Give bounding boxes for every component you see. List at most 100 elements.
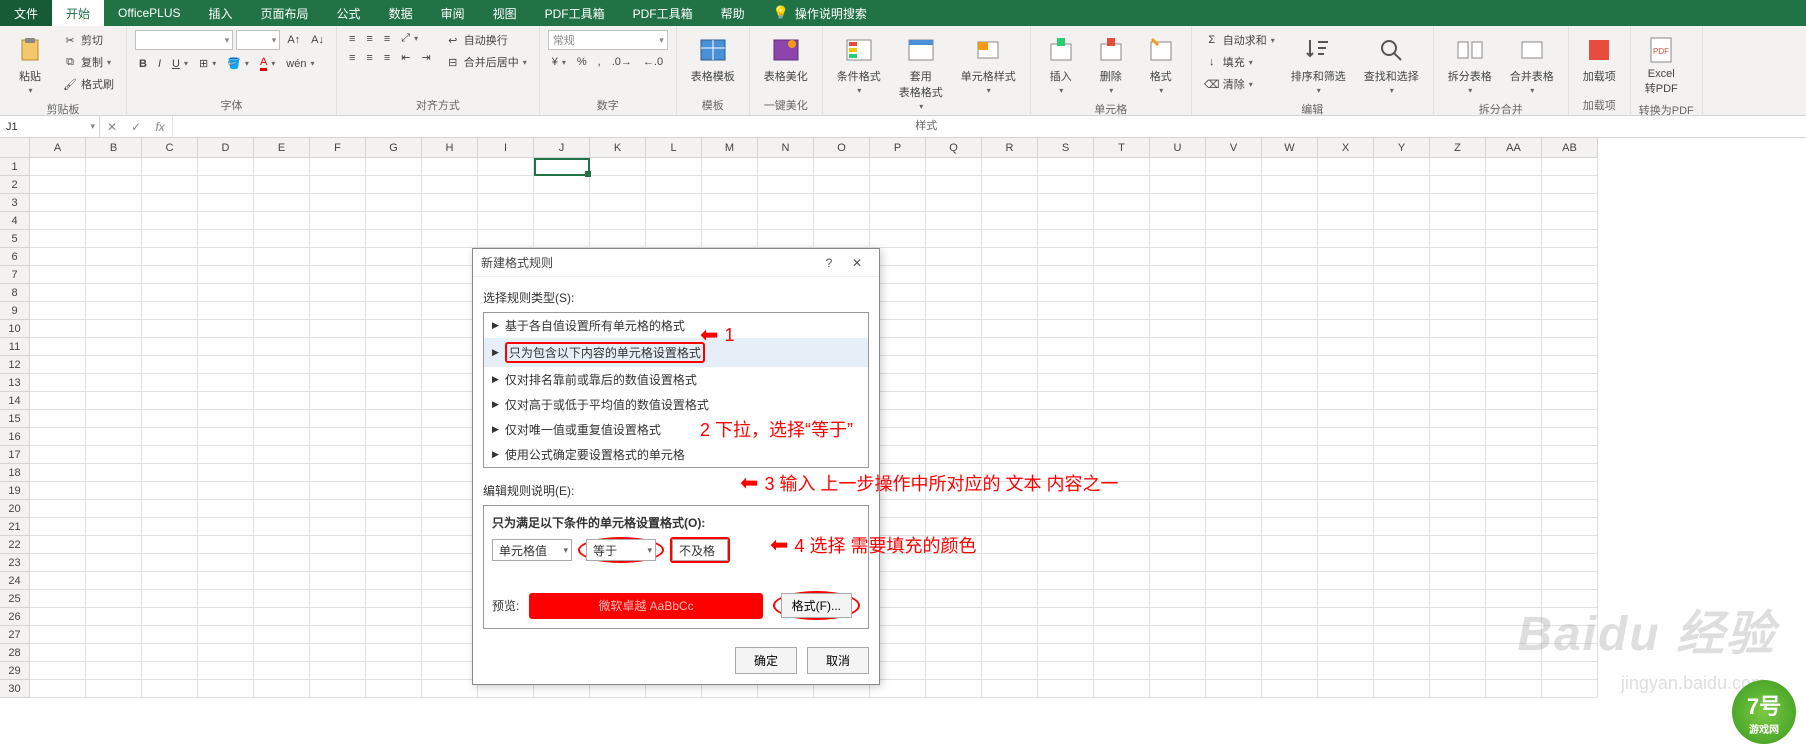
cell[interactable] (1094, 518, 1150, 536)
copy-button[interactable]: ⧉复制▾ (58, 52, 118, 72)
col-header-AB[interactable]: AB (1542, 138, 1598, 158)
cell[interactable] (1374, 536, 1430, 554)
cell[interactable] (702, 194, 758, 212)
cell[interactable] (1206, 284, 1262, 302)
cell[interactable] (1150, 554, 1206, 572)
tab-pdftool-1[interactable]: PDF工具箱 (531, 0, 619, 26)
cell[interactable] (1206, 572, 1262, 590)
italic-button[interactable]: I (154, 56, 165, 72)
cell[interactable] (310, 590, 366, 608)
cell[interactable] (1318, 230, 1374, 248)
cell[interactable] (1206, 518, 1262, 536)
row-header-15[interactable]: 15 (0, 410, 30, 428)
cell[interactable] (310, 608, 366, 626)
cell[interactable] (254, 266, 310, 284)
cell[interactable] (198, 518, 254, 536)
cell[interactable] (86, 356, 142, 374)
tab-file[interactable]: 文件 (0, 0, 52, 26)
cell[interactable] (142, 338, 198, 356)
cell[interactable] (422, 284, 478, 302)
cell[interactable] (1374, 392, 1430, 410)
split-table-button[interactable]: 拆分表格▾ (1442, 30, 1498, 99)
cell[interactable] (1542, 320, 1598, 338)
cell[interactable] (1094, 230, 1150, 248)
cell[interactable] (702, 212, 758, 230)
cell[interactable] (30, 626, 86, 644)
cell[interactable] (86, 680, 142, 698)
cell[interactable] (1038, 302, 1094, 320)
cell[interactable] (254, 536, 310, 554)
cell[interactable] (1486, 248, 1542, 266)
cell[interactable] (926, 338, 982, 356)
cell[interactable] (1430, 518, 1486, 536)
cell[interactable] (198, 482, 254, 500)
cell[interactable] (422, 644, 478, 662)
col-header-K[interactable]: K (590, 138, 646, 158)
row-header-14[interactable]: 14 (0, 392, 30, 410)
cell[interactable] (1262, 284, 1318, 302)
cell[interactable] (422, 590, 478, 608)
cell[interactable] (254, 302, 310, 320)
cell[interactable] (86, 230, 142, 248)
cell[interactable] (310, 284, 366, 302)
col-header-M[interactable]: M (702, 138, 758, 158)
cell[interactable] (1318, 410, 1374, 428)
cell[interactable] (1318, 374, 1374, 392)
cell[interactable] (1150, 176, 1206, 194)
cell[interactable] (30, 446, 86, 464)
cell[interactable] (870, 194, 926, 212)
cell[interactable] (310, 482, 366, 500)
cell[interactable] (1038, 608, 1094, 626)
tab-review[interactable]: 审阅 (427, 0, 479, 26)
cell[interactable] (86, 518, 142, 536)
cell[interactable] (1262, 536, 1318, 554)
cell[interactable] (1374, 554, 1430, 572)
align-middle-button[interactable]: ≡ (362, 31, 376, 47)
cell[interactable] (1094, 644, 1150, 662)
phonetic-button[interactable]: wén▾ (282, 56, 318, 72)
cell[interactable] (1038, 356, 1094, 374)
cell[interactable] (1542, 554, 1598, 572)
col-header-Q[interactable]: Q (926, 138, 982, 158)
cell[interactable] (926, 446, 982, 464)
cell[interactable] (1150, 482, 1206, 500)
cell[interactable] (814, 194, 870, 212)
cell[interactable] (1262, 662, 1318, 680)
cell[interactable] (1094, 212, 1150, 230)
cell[interactable] (590, 230, 646, 248)
cell[interactable] (198, 194, 254, 212)
cell[interactable] (1262, 230, 1318, 248)
cell[interactable] (30, 536, 86, 554)
cell[interactable] (142, 158, 198, 176)
cell[interactable] (366, 518, 422, 536)
cell[interactable] (310, 518, 366, 536)
cell[interactable] (1262, 212, 1318, 230)
cell[interactable] (142, 428, 198, 446)
cell[interactable] (1150, 302, 1206, 320)
cell[interactable] (982, 356, 1038, 374)
cell[interactable] (86, 626, 142, 644)
cell[interactable] (1094, 608, 1150, 626)
cell[interactable] (702, 230, 758, 248)
cell[interactable] (198, 626, 254, 644)
cell[interactable] (30, 410, 86, 428)
cell[interactable] (1038, 194, 1094, 212)
cell[interactable] (86, 428, 142, 446)
row-header-11[interactable]: 11 (0, 338, 30, 356)
cell[interactable] (926, 302, 982, 320)
cell[interactable] (310, 158, 366, 176)
cell[interactable] (1542, 374, 1598, 392)
cell[interactable] (1150, 266, 1206, 284)
cell[interactable] (1094, 500, 1150, 518)
cell[interactable] (30, 464, 86, 482)
cell[interactable] (1150, 680, 1206, 698)
rule-type-2[interactable]: ▶仅对排名靠前或靠后的数值设置格式 (484, 367, 868, 392)
cell[interactable] (1094, 590, 1150, 608)
cell[interactable] (366, 482, 422, 500)
cell[interactable] (534, 176, 590, 194)
cell[interactable] (646, 230, 702, 248)
cell[interactable] (1318, 266, 1374, 284)
tab-insert[interactable]: 插入 (195, 0, 247, 26)
row-header-17[interactable]: 17 (0, 446, 30, 464)
cell[interactable] (1094, 662, 1150, 680)
